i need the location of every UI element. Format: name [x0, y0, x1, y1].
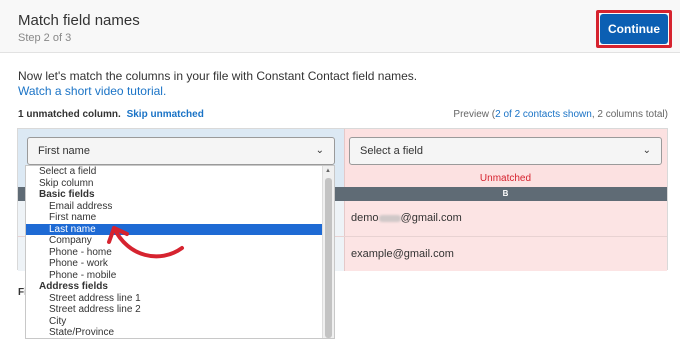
dropdown-option-group: Basic fields [39, 189, 95, 200]
dropdown-option[interactable]: City [26, 316, 324, 328]
redacted-text [378, 214, 401, 222]
dropdown-option[interactable]: Select a field [26, 166, 324, 178]
dropdown-option[interactable]: State/Province [26, 327, 324, 338]
chevron-down-icon: ⌄ [315, 145, 324, 156]
step-indicator: Step 2 of 3 [18, 32, 72, 44]
table-cell: demo @gmail.com [344, 201, 667, 236]
dropdown-option[interactable]: Phone - mobile [26, 270, 324, 282]
dropdown-option[interactable]: Phone - home [26, 247, 324, 259]
email-cell-value: demo @gmail.com [351, 212, 462, 224]
column-a-select-value: First name [38, 145, 90, 157]
unmatched-count: 1 unmatched column. [18, 109, 121, 120]
unmatched-status-label: Unmatched [479, 173, 532, 184]
dropdown-option[interactable]: Last name [26, 223, 324, 235]
preview-prefix: Preview ( [453, 109, 496, 120]
contacts-shown-link[interactable]: 2 of 2 contacts shown [495, 109, 592, 120]
field-options-dropdown[interactable]: Select a field Skip column Basic fields Ema… [25, 165, 335, 339]
page-header: Match field names Step 2 of 3 Continue [0, 0, 680, 53]
dropdown-option[interactable]: Street address line 2 [26, 304, 324, 316]
dropdown-option[interactable]: Skip column [26, 178, 324, 190]
table-cell: example@gmail.com [344, 237, 667, 271]
scrollbar-thumb[interactable] [325, 178, 332, 338]
column-a-field-select[interactable]: First name ⌄ [27, 137, 335, 165]
dropdown-option-group: Address fields [39, 281, 108, 292]
column-b-select-value: Select a field [360, 145, 423, 157]
dropdown-scrollbar[interactable]: ▲ [322, 166, 334, 338]
video-tutorial-link[interactable]: Watch a short video tutorial. [18, 84, 166, 98]
email-prefix: demo [351, 212, 379, 224]
column-b-field-select[interactable]: Select a field ⌄ [349, 137, 662, 165]
preview-summary: Preview (2 of 2 contacts shown, 2 column… [453, 109, 668, 120]
column-b-letter: B [502, 189, 509, 198]
dropdown-option[interactable]: Company [26, 235, 324, 247]
scroll-up-icon[interactable]: ▲ [325, 168, 331, 174]
unmatched-status: 1 unmatched column. Skip unmatched [18, 109, 204, 120]
dropdown-option[interactable]: First name [26, 212, 324, 224]
dropdown-option[interactable]: Phone - work [26, 258, 324, 270]
skip-unmatched-link[interactable]: Skip unmatched [127, 109, 204, 120]
dropdown-option[interactable]: Street address line 1 [26, 293, 324, 305]
chevron-down-icon: ⌄ [642, 145, 651, 156]
page-title: Match field names [18, 12, 140, 29]
email-suffix: @gmail.com [400, 212, 462, 224]
dropdown-option-list: Select a field Skip column Basic fields Ema… [26, 166, 324, 338]
email-cell-value: example@gmail.com [351, 248, 454, 260]
preview-suffix: , 2 columns total) [591, 109, 668, 120]
dropdown-option[interactable]: Email address [26, 201, 324, 213]
continue-button[interactable]: Continue [600, 14, 668, 44]
intro-text: Now let's match the columns in your file… [18, 69, 418, 83]
